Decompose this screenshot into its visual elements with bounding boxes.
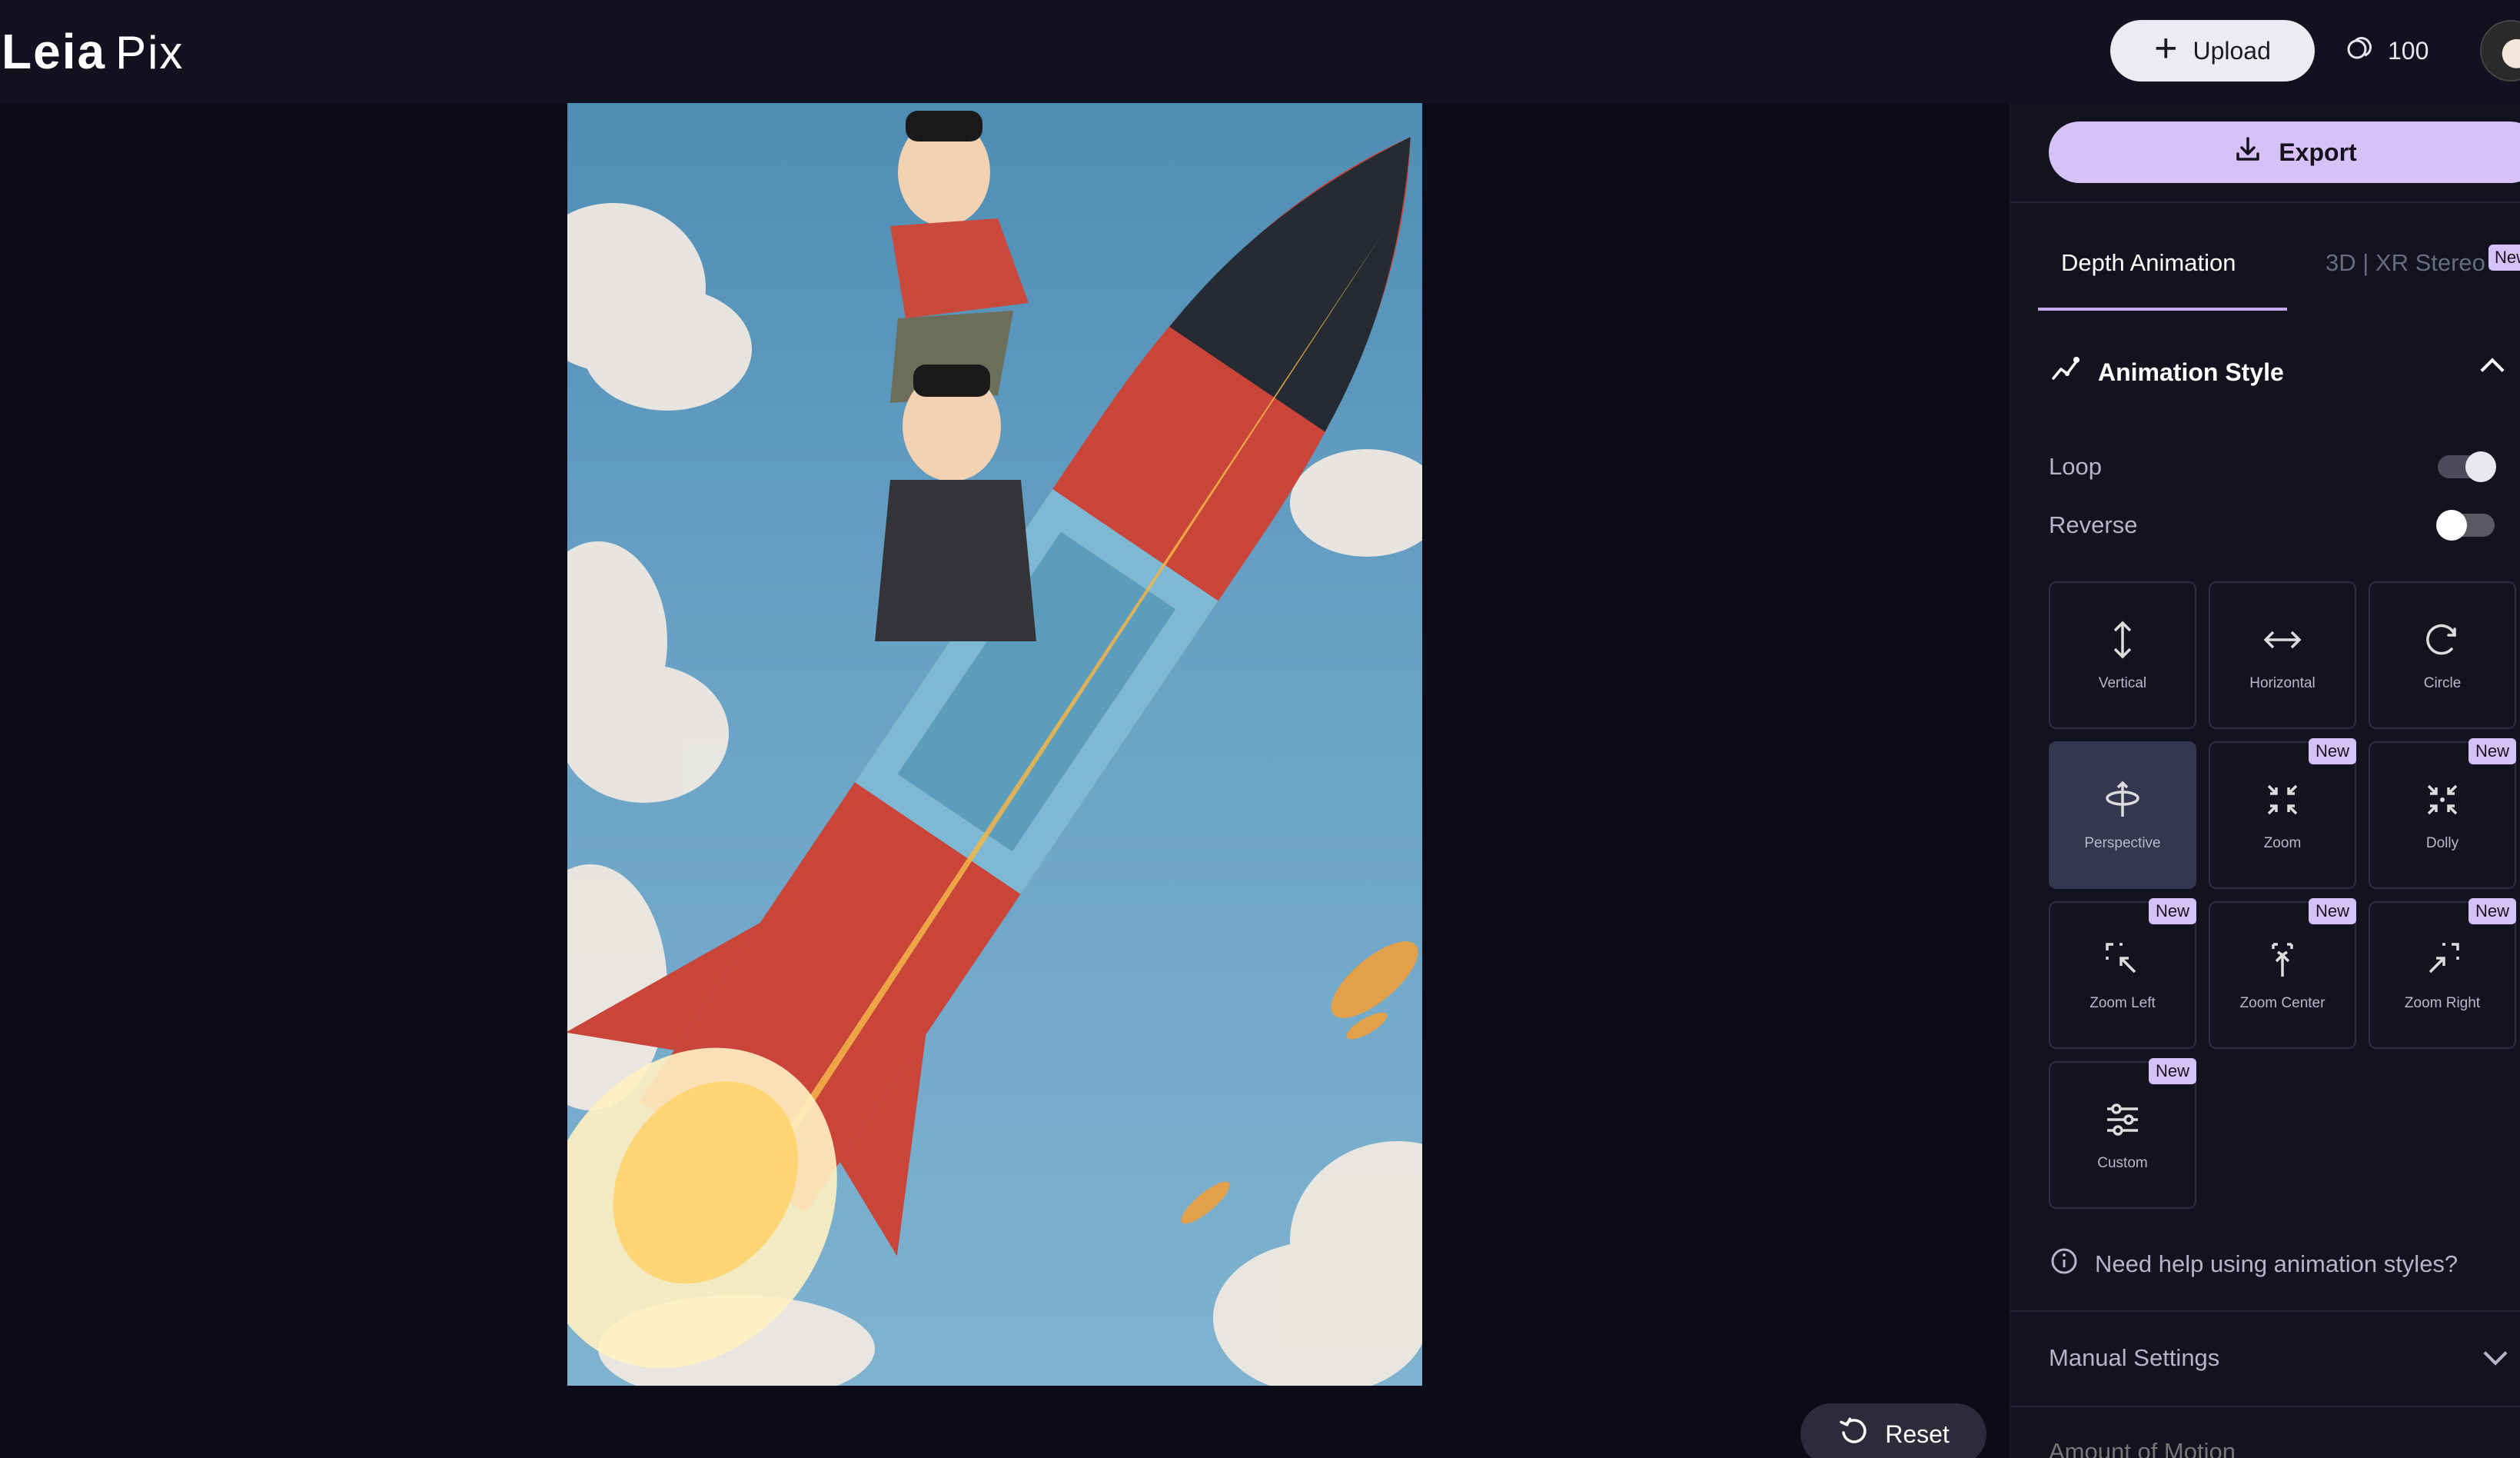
logo-text-secondary: Pix [115,27,185,78]
style-zoom-right[interactable]: Zoom Right New [2369,898,2516,1049]
amount-of-motion-label: Amount of Motion [2049,1438,2236,1458]
zoom-right-icon [2421,938,2464,981]
credits-value: 100 [2388,36,2429,65]
panel-divider [2010,1310,2520,1312]
new-badge: New [2468,898,2516,924]
style-label: Horizontal [2249,675,2316,691]
download-icon [2232,134,2263,171]
animation-style-icon [2049,352,2083,392]
credits-counter[interactable]: 100 [2345,29,2429,72]
style-label: Zoom Left [2089,995,2156,1011]
manual-settings-label: Manual Settings [2049,1344,2220,1371]
style-label: Custom [2097,1155,2148,1171]
preview-illustration [567,111,1422,1386]
preview-image[interactable] [567,103,1422,1386]
loop-label: Loop [2049,453,2102,480]
reverse-toggle[interactable] [2436,510,2495,541]
plus-icon: + [2154,26,2178,71]
tab-3d-xr-stereo[interactable]: 3D | XR Stereo [2326,249,2485,277]
vertical-arrows-icon [2101,618,2144,661]
reset-label: Reset [1885,1420,1950,1448]
style-vertical[interactable]: Vertical [2049,581,2196,729]
style-horizontal[interactable]: Horizontal [2209,581,2356,729]
new-badge: New [2148,898,2196,924]
style-label: Zoom [2263,835,2302,851]
style-label: Perspective [2084,835,2161,851]
upload-button[interactable]: + Upload [2110,20,2315,82]
app-logo[interactable]: Leia Pix [2,23,184,85]
panel-divider [2010,201,2520,203]
new-badge: New [2308,738,2356,764]
zoom-center-icon [2261,938,2304,981]
style-perspective[interactable]: Perspective [2049,741,2196,889]
reverse-label: Reverse [2049,511,2138,538]
animation-style-title: Animation Style [2098,358,2284,386]
canvas-area: Reset [0,103,2010,1458]
dolly-icon [2421,778,2464,821]
sliders-icon [2101,1098,2144,1141]
chevron-down-icon [2483,1341,2508,1366]
new-badge: New [2488,245,2520,271]
amount-of-motion-header[interactable]: Amount of Motion [2049,1438,2479,1458]
style-label: Vertical [2098,675,2147,691]
style-zoom-center[interactable]: Zoom Center New [2209,898,2356,1049]
avatar[interactable] [2480,20,2520,82]
top-bar: Leia Pix + Upload 100 [0,0,2520,103]
perspective-icon [2101,778,2144,821]
style-label: Zoom Right [2404,995,2481,1011]
active-tab-indicator [2038,308,2287,311]
toggle-knob [2465,451,2496,482]
tab-depth-animation[interactable]: Depth Animation [2061,249,2236,277]
help-text: Need help using animation styles? [2095,1250,2458,1277]
style-label: Circle [2423,675,2462,691]
reset-button[interactable]: Reset [1800,1403,1986,1458]
reverse-row: Reverse [2049,506,2495,544]
panel-divider [2010,1406,2520,1407]
style-label: Zoom Center [2239,995,2326,1011]
loop-toggle[interactable] [2438,451,2496,482]
style-circle[interactable]: Circle [2369,581,2516,729]
circle-arrow-icon [2421,618,2464,661]
style-custom[interactable]: Custom New [2049,1058,2196,1209]
new-badge: New [2148,1058,2196,1084]
toggle-knob [2436,510,2467,541]
animation-style-header[interactable]: Animation Style [2049,351,2520,394]
mode-tabs: Depth Animation 3D | XR Stereo New [2038,234,2520,320]
loop-row: Loop [2049,448,2496,486]
style-label: Dolly [2425,835,2459,851]
logo-text-primary: Leia [2,24,107,79]
upload-label: Upload [2193,36,2271,65]
export-button[interactable]: Export [2049,122,2520,183]
export-label: Export [2279,138,2357,166]
new-badge: New [2468,738,2516,764]
credits-icon [2345,32,2375,69]
help-link[interactable]: Need help using animation styles? [2049,1241,2520,1287]
manual-settings-header[interactable]: Manual Settings [2049,1335,2520,1381]
info-icon [2049,1246,2079,1283]
style-zoom[interactable]: Zoom New [2209,738,2356,889]
horizontal-arrows-icon [2261,618,2304,661]
settings-panel: Export Depth Animation 3D | XR Stereo Ne… [2010,103,2520,1458]
reset-icon [1837,1414,1871,1454]
style-zoom-left[interactable]: Zoom Left New [2049,898,2196,1049]
style-dolly[interactable]: Dolly New [2369,738,2516,889]
zoom-icon [2261,778,2304,821]
zoom-left-icon [2101,938,2144,981]
new-badge: New [2308,898,2356,924]
